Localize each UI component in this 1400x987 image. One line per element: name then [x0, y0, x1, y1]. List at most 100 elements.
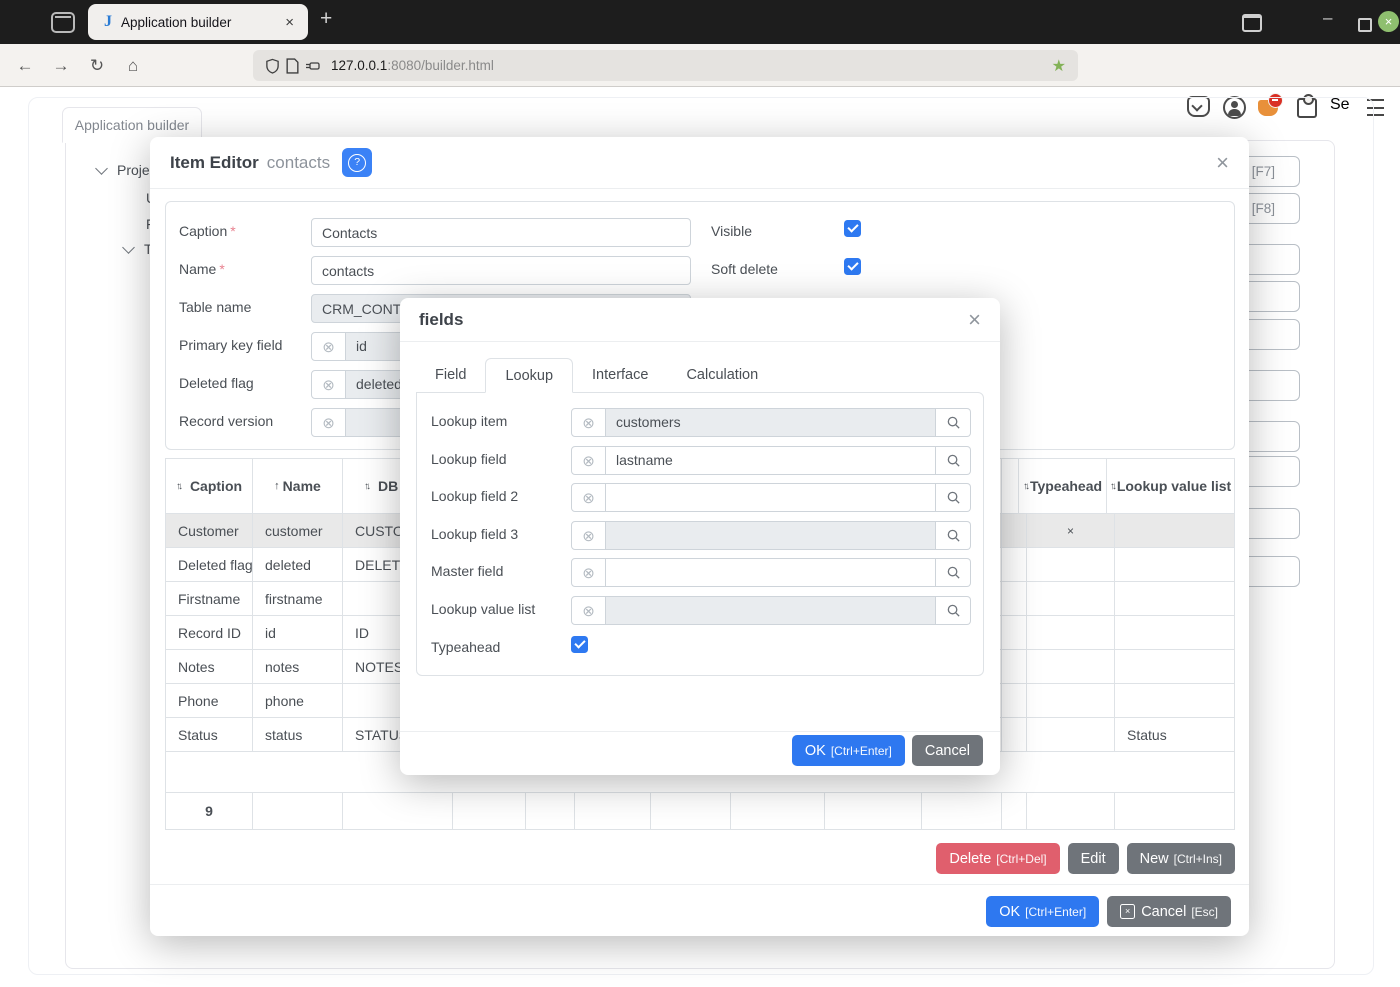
lookup-value-input[interactable]: lastname [606, 446, 936, 475]
firefox-view-icon[interactable] [51, 12, 75, 33]
ok-button[interactable]: OK [Ctrl+Enter] [791, 735, 905, 766]
page-info-icon[interactable] [286, 57, 299, 74]
clear-icon[interactable]: ⊗ [311, 408, 346, 437]
edit-button[interactable]: Edit [1067, 843, 1119, 874]
lookup-value-input[interactable] [606, 596, 936, 625]
table-cell: phone [253, 684, 343, 717]
typeahead-label: Typeahead [431, 639, 501, 655]
search-button[interactable] [936, 596, 971, 625]
typeahead-true-icon: × [1066, 523, 1074, 538]
clear-icon[interactable]: ⊗ [571, 596, 606, 625]
lookup-value-input[interactable] [606, 558, 936, 587]
browser-tab-title: Application builder [121, 14, 232, 30]
fields-dialog-header: fields × [400, 298, 1000, 342]
table-cell: id [253, 616, 343, 649]
window-restore-icon[interactable] [1358, 18, 1372, 32]
chevron-down-icon[interactable] [122, 240, 135, 254]
table-footer-cell [825, 793, 922, 829]
visible-checkbox[interactable] [844, 220, 861, 237]
forward-icon[interactable]: → [46, 44, 76, 87]
window-minimize-button[interactable]: – [1323, 8, 1332, 28]
caption-input[interactable] [311, 218, 691, 247]
close-icon[interactable]: × [968, 308, 981, 330]
chevron-down-icon[interactable] [95, 161, 108, 175]
lookup-field-label: Lookup field 3 [431, 526, 519, 542]
shield-icon[interactable] [265, 58, 280, 74]
tree-item[interactable]: Proje [95, 161, 150, 178]
column-header[interactable]: ↑↓ Caption [166, 459, 253, 513]
table-cell: Status [1127, 726, 1167, 743]
window-close-button[interactable]: × [1378, 11, 1399, 32]
delete-button[interactable]: Delete [Ctrl+Del] [936, 843, 1060, 874]
browser-tab[interactable]: J Application builder × [88, 4, 308, 40]
cancel-button[interactable]: Cancel [911, 735, 983, 766]
lookup-value-input[interactable] [606, 521, 936, 550]
clear-icon[interactable]: ⊗ [311, 370, 346, 399]
clear-icon[interactable]: ⊗ [311, 332, 346, 361]
search-button[interactable] [936, 558, 971, 587]
search-button[interactable] [936, 521, 971, 550]
soft-delete-checkbox[interactable] [844, 258, 861, 275]
tab-close-icon[interactable]: × [281, 14, 298, 31]
window-maximize-icon[interactable] [1242, 14, 1262, 32]
search-button[interactable] [936, 446, 971, 475]
column-header[interactable]: ↑↓ Typeahead [1019, 459, 1107, 513]
lookup-value-input[interactable] [606, 483, 936, 512]
lookup-value-input[interactable]: customers [606, 408, 936, 437]
caption-label: Caption * [179, 223, 236, 239]
ok-button[interactable]: OK [Ctrl+Enter] [986, 896, 1100, 927]
search-icon [947, 491, 960, 504]
permissions-plug-icon[interactable] [305, 59, 321, 73]
table-action-buttons: Delete [Ctrl+Del] Edit New [Ctrl+Ins] [936, 843, 1235, 874]
help-button[interactable]: ? [342, 148, 373, 177]
table-cell [1115, 548, 1234, 581]
search-button[interactable] [936, 483, 971, 512]
tab-calculation[interactable]: Calculation [667, 358, 777, 393]
column-header[interactable] [1002, 459, 1019, 513]
record-version-label: Record version [179, 413, 274, 429]
clear-icon[interactable]: ⊗ [571, 446, 606, 475]
close-icon[interactable]: × [1216, 151, 1229, 173]
table-cell: Deleted flag [166, 548, 253, 581]
tab-interface[interactable]: Interface [573, 358, 667, 393]
clear-icon[interactable]: ⊗ [571, 521, 606, 550]
clear-icon[interactable]: ⊗ [571, 408, 606, 437]
search-button[interactable] [936, 408, 971, 437]
url-text[interactable]: 127.0.0.1:8080/builder.html [331, 58, 1052, 73]
table-cell [1027, 650, 1115, 683]
name-input[interactable] [311, 256, 691, 285]
table-cell: Status [166, 718, 253, 751]
table-cell [1002, 718, 1027, 751]
lookup-tab-panel: Typeahead Lookup item ⊗ customers Lookup fi… [416, 392, 984, 676]
home-icon[interactable]: ⌂ [118, 44, 148, 87]
sort-both-icon: ↑↓ [175, 480, 183, 492]
new-tab-button[interactable]: + [320, 7, 332, 31]
tree-item[interactable]: T [122, 240, 153, 257]
table-footer-cell [1027, 793, 1115, 829]
new-button[interactable]: New [Ctrl+Ins] [1126, 843, 1235, 874]
tab-field[interactable]: Field [416, 358, 485, 393]
clear-icon[interactable]: ⊗ [571, 483, 606, 512]
lookup-input-group: ⊗ customers [571, 408, 971, 437]
back-icon[interactable]: ← [10, 44, 40, 87]
fields-dialog: fields × Field Lookup Interface Calculat… [400, 298, 1000, 775]
table-footer-cell [453, 793, 526, 829]
table-cell [1115, 650, 1234, 683]
url-bar[interactable]: 127.0.0.1:8080/builder.html ★ [253, 50, 1078, 81]
cancel-button[interactable]: × Cancel [Esc] [1107, 896, 1231, 927]
lookup-input-group: ⊗ lastname [571, 446, 971, 475]
fields-dialog-footer-buttons: OK [Ctrl+Enter] Cancel [791, 735, 983, 766]
column-header[interactable]: ↑ Name [253, 459, 343, 513]
bookmark-star-icon[interactable]: ★ [1052, 56, 1066, 76]
table-cell [1027, 718, 1115, 751]
clear-icon[interactable]: ⊗ [571, 558, 606, 587]
column-header[interactable]: ↑↓ Lookup value list [1107, 459, 1234, 513]
tab-lookup[interactable]: Lookup [485, 358, 574, 393]
reload-icon[interactable]: ↻ [82, 44, 112, 87]
table-cell [1002, 582, 1027, 615]
typeahead-checkbox[interactable] [571, 636, 588, 653]
lookup-field-label: Lookup field 2 [431, 488, 519, 504]
lookup-input-group: ⊗ [571, 521, 971, 550]
table-cell [1115, 616, 1234, 649]
visible-label: Visible [711, 223, 752, 239]
